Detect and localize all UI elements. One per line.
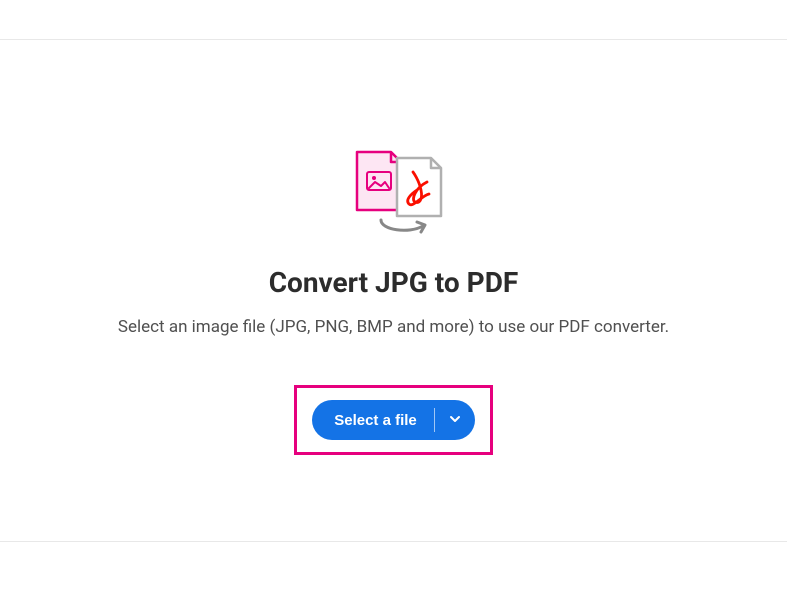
select-file-dropdown-button[interactable] — [435, 400, 475, 440]
conversion-icon — [339, 148, 449, 238]
divider-bottom — [0, 541, 787, 542]
select-file-button[interactable]: Select a file — [312, 400, 435, 440]
select-file-label: Select a file — [334, 412, 417, 429]
highlight-frame: Select a file — [294, 385, 493, 455]
select-file-button-group: Select a file — [312, 400, 475, 440]
chevron-down-icon — [449, 413, 461, 428]
page-title: Convert JPG to PDF — [269, 266, 519, 299]
main-content: Convert JPG to PDF Select an image file … — [0, 40, 787, 541]
page-subtitle: Select an image file (JPG, PNG, BMP and … — [118, 317, 669, 337]
